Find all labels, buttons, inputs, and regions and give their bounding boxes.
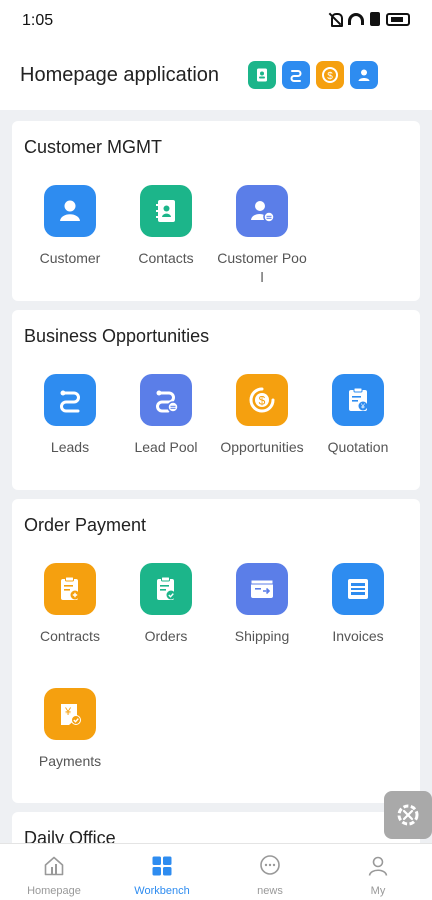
section-title: Order Payment — [24, 515, 147, 535]
business-opportunities-card: Business Opportunities Leads Lead Pool $… — [12, 310, 420, 490]
contacts-item[interactable]: Contacts — [118, 185, 214, 268]
opportunities-shortcut-icon[interactable]: $ — [316, 61, 344, 89]
customer-pool-icon — [236, 185, 288, 237]
svg-text:$: $ — [259, 394, 266, 408]
contacts-icon — [140, 185, 192, 237]
tab-label: news — [257, 885, 283, 897]
leads-label: Leads — [50, 439, 90, 455]
customer-pool-label: Customer Pool — [217, 250, 307, 285]
home-icon — [44, 856, 64, 876]
person-icon — [368, 856, 388, 876]
bottom-tab-bar: Homepage Workbench news My — [0, 843, 432, 900]
quotation-icon: ¥ — [332, 374, 384, 426]
tab-label: Workbench — [134, 885, 190, 897]
tab-label: Homepage — [27, 885, 81, 897]
tab-label: My — [370, 885, 386, 897]
mute-icon — [328, 12, 343, 27]
contracts-item[interactable]: Contracts — [22, 563, 118, 646]
contacts-shortcut-icon[interactable] — [248, 61, 276, 89]
shipping-label: Shipping — [234, 628, 290, 644]
payments-label: Payments — [38, 753, 102, 769]
payments-icon: ¥ — [44, 688, 96, 740]
app-header: Homepage application $ — [0, 40, 432, 110]
section-title: Customer MGMT — [24, 137, 163, 157]
contracts-label: Contracts — [40, 628, 100, 644]
shipping-icon — [236, 563, 288, 615]
orders-item[interactable]: Orders — [118, 563, 214, 646]
wifi-icon — [348, 13, 364, 25]
battery-icon — [386, 12, 410, 26]
invoices-icon — [332, 563, 384, 615]
leads-icon — [44, 374, 96, 426]
chat-bubble-icon — [260, 855, 280, 875]
payments-item[interactable]: ¥ Payments — [22, 688, 118, 771]
svg-text:$: $ — [327, 71, 333, 82]
lead-pool-icon — [140, 374, 192, 426]
customer-pool-item[interactable]: Customer Pool — [214, 185, 310, 287]
lead-pool-label: Lead Pool — [134, 439, 198, 455]
invoices-item[interactable]: Invoices — [310, 563, 406, 646]
invoices-label: Invoices — [332, 628, 384, 644]
customer-icon — [44, 185, 96, 237]
tab-my[interactable]: My — [324, 844, 432, 900]
customer-mgmt-card: Customer MGMT Customer Contacts Customer… — [12, 121, 420, 301]
opportunities-label: Opportunities — [220, 439, 304, 455]
shipping-item[interactable]: Shipping — [214, 563, 310, 646]
contacts-label: Contacts — [138, 250, 194, 266]
grid-icon — [152, 856, 172, 876]
gear-tool-icon — [397, 804, 419, 826]
section-title: Business Opportunities — [24, 326, 210, 346]
leads-item[interactable]: Leads — [22, 374, 118, 457]
quotation-item[interactable]: ¥ Quotation — [310, 374, 406, 457]
header-shortcuts: $ — [248, 61, 378, 89]
customer-label: Customer — [39, 250, 101, 266]
lead-pool-item[interactable]: Lead Pool — [118, 374, 214, 457]
profile-shortcut-icon[interactable] — [350, 61, 378, 89]
order-payment-card: Order Payment Contracts Orders Shipping … — [12, 499, 420, 803]
contracts-icon — [44, 563, 96, 615]
opportunities-item[interactable]: $ Opportunities — [214, 374, 310, 457]
status-icons — [328, 12, 410, 27]
tab-homepage[interactable]: Homepage — [0, 844, 108, 900]
svg-text:¥: ¥ — [361, 404, 365, 411]
svg-text:¥: ¥ — [64, 706, 72, 718]
floating-settings-button[interactable] — [384, 791, 432, 839]
orders-icon — [140, 563, 192, 615]
page-title: Homepage application — [20, 64, 220, 86]
opportunities-icon: $ — [236, 374, 288, 426]
quotation-label: Quotation — [327, 439, 389, 455]
sim-icon — [370, 12, 380, 26]
leads-shortcut-icon[interactable] — [282, 61, 310, 89]
orders-label: Orders — [144, 628, 188, 644]
status-bar: 1:05 — [0, 0, 432, 40]
customer-item[interactable]: Customer — [22, 185, 118, 268]
tab-news[interactable]: news — [216, 844, 324, 900]
tab-workbench[interactable]: Workbench — [108, 844, 216, 900]
status-time: 1:05 — [22, 12, 54, 29]
